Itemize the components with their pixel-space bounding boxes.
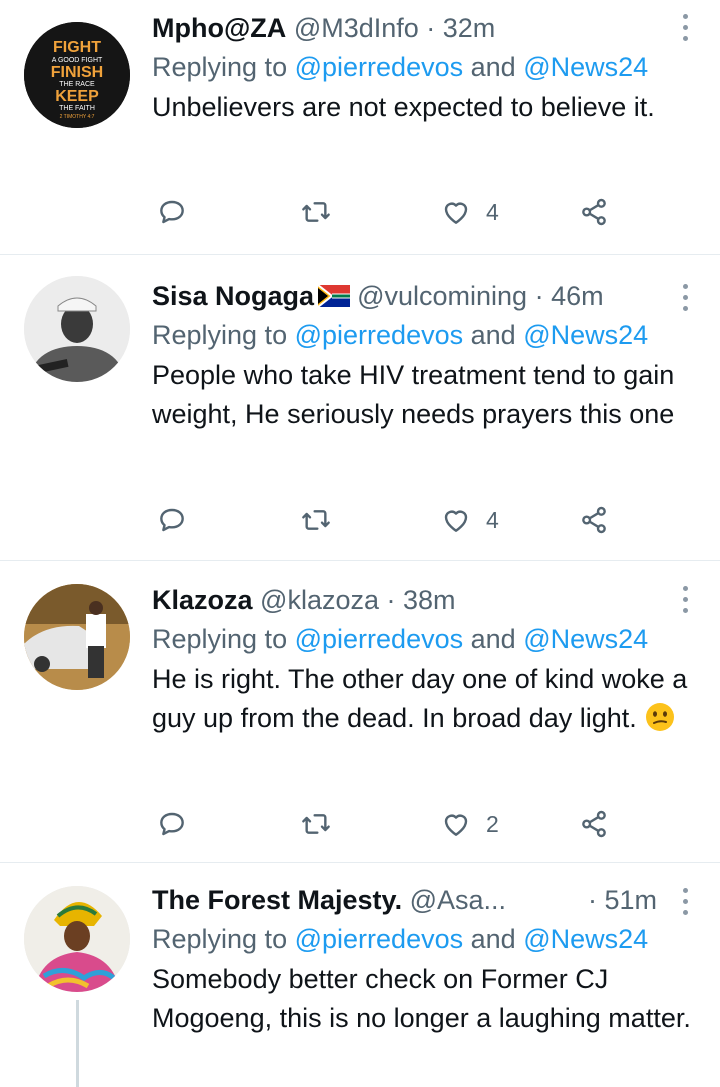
handle-time[interactable]: @M3dInfo · 32m — [294, 13, 496, 43]
tweet-text: People who take HIV treatment tend to ga… — [152, 360, 675, 429]
avatar-image — [24, 886, 130, 992]
share-icon — [582, 810, 606, 838]
replying-to: Replying to @pierredevos and @News24 — [152, 920, 692, 958]
divider — [0, 254, 720, 255]
handle-time[interactable]: @vulcomining · 46m — [357, 281, 604, 311]
mention-link[interactable]: @pierredevos — [295, 52, 464, 82]
replying-to: Replying to @pierredevos and @News24 — [152, 620, 692, 658]
retweet-button[interactable] — [300, 500, 332, 540]
avatar-image — [24, 276, 130, 382]
reply-icon — [160, 812, 184, 836]
timestamp[interactable]: · 51m — [588, 880, 657, 920]
reply-icon — [160, 200, 184, 224]
retweet-icon — [302, 814, 330, 834]
replying-to-label: Replying to — [152, 320, 288, 350]
heart-icon — [444, 510, 468, 532]
reply-icon — [160, 508, 184, 532]
tweet-1[interactable]: FIGHT A GOOD FIGHT FINISH THE RACE KEEP … — [0, 0, 720, 252]
tweet-text: Somebody better check on Former CJ Mogoe… — [152, 964, 691, 1033]
mention-link[interactable]: @pierredevos — [295, 320, 464, 350]
tweet-4[interactable]: The Forest Majesty. @Asa... · 51m Replyi… — [0, 864, 720, 1087]
reply-button[interactable] — [156, 500, 188, 540]
handle-time[interactable]: @klazoza · 38m — [260, 585, 455, 615]
more-vertical-icon[interactable] — [680, 888, 690, 921]
replying-to: Replying to @pierredevos and @News24 — [152, 316, 692, 354]
mention-link[interactable]: @pierredevos — [295, 624, 464, 654]
handle[interactable]: @Asa... — [410, 885, 506, 915]
avatar-image: FIGHT A GOOD FIGHT FINISH THE RACE KEEP … — [24, 22, 130, 128]
display-name[interactable]: Mpho@ZA — [152, 13, 286, 43]
avatar[interactable]: FIGHT A GOOD FIGHT FINISH THE RACE KEEP … — [24, 22, 130, 128]
tweet-header: The Forest Majesty. @Asa... · 51m — [152, 880, 692, 920]
more-vertical-icon[interactable] — [680, 14, 690, 47]
south-africa-flag-icon — [316, 284, 350, 308]
like-button[interactable]: 4 — [440, 500, 499, 540]
retweet-button[interactable] — [300, 192, 332, 232]
heart-icon — [444, 814, 468, 836]
like-count: 2 — [486, 810, 499, 837]
svg-text:THE RACE: THE RACE — [59, 81, 95, 88]
and-label: and — [470, 320, 516, 350]
display-name[interactable]: Sisa Nogaga — [152, 281, 314, 311]
share-icon — [582, 506, 606, 534]
replying-to-label: Replying to — [152, 52, 288, 82]
mention-link[interactable]: @News24 — [523, 924, 648, 954]
retweet-button[interactable] — [300, 804, 332, 844]
mention-link[interactable]: @News24 — [523, 52, 648, 82]
tweet-text: He is right. The other day one of kind w… — [152, 660, 692, 738]
like-button[interactable]: 2 — [440, 804, 499, 844]
confused-face-emoji — [646, 703, 675, 731]
thread-line — [76, 1000, 79, 1087]
more-vertical-icon[interactable] — [680, 284, 690, 317]
more-vertical-icon[interactable] — [680, 586, 690, 619]
retweet-icon — [302, 510, 330, 530]
svg-text:FINISH: FINISH — [51, 64, 103, 81]
svg-text:THE FAITH: THE FAITH — [59, 105, 95, 112]
replying-to-label: Replying to — [152, 624, 288, 654]
share-button[interactable] — [578, 500, 610, 540]
like-button[interactable]: 4 — [440, 192, 499, 232]
and-label: and — [470, 624, 516, 654]
tweet-text-content: He is right. The other day one of kind w… — [152, 664, 688, 733]
share-button[interactable] — [578, 804, 610, 844]
reply-button[interactable] — [156, 192, 188, 232]
divider — [0, 862, 720, 863]
and-label: and — [470, 52, 516, 82]
share-icon — [582, 198, 606, 226]
display-name[interactable]: The Forest Majesty. — [152, 885, 402, 915]
divider — [0, 560, 720, 561]
and-label: and — [470, 924, 516, 954]
retweet-icon — [302, 202, 330, 222]
heart-icon — [444, 202, 468, 224]
reply-button[interactable] — [156, 804, 188, 844]
like-count: 4 — [486, 198, 499, 225]
tweet-header: Mpho@ZA @M3dInfo · 32m — [152, 8, 692, 48]
tweet-2[interactable]: Sisa Nogaga @vulcomining · 46m Replying … — [0, 256, 720, 558]
mention-link[interactable]: @pierredevos — [295, 924, 464, 954]
avatar[interactable] — [24, 276, 130, 382]
replying-to: Replying to @pierredevos and @News24 — [152, 48, 692, 86]
mention-link[interactable]: @News24 — [523, 624, 648, 654]
svg-text:2 TIMOTHY 4:7: 2 TIMOTHY 4:7 — [60, 114, 95, 120]
svg-text:KEEP: KEEP — [55, 88, 99, 105]
tweet-text: Unbelievers are not expected to believe … — [152, 92, 655, 122]
avatar-image — [24, 584, 130, 690]
tweet-header: Klazoza @klazoza · 38m — [152, 580, 692, 620]
svg-text:A GOOD FIGHT: A GOOD FIGHT — [52, 57, 103, 64]
replying-to-label: Replying to — [152, 924, 288, 954]
tweet-header: Sisa Nogaga @vulcomining · 46m — [152, 276, 692, 316]
mention-link[interactable]: @News24 — [523, 320, 648, 350]
avatar[interactable] — [24, 584, 130, 690]
tweet-3[interactable]: Klazoza @klazoza · 38m Replying to @pier… — [0, 562, 720, 860]
like-count: 4 — [486, 506, 499, 533]
display-name[interactable]: Klazoza — [152, 585, 253, 615]
avatar[interactable] — [24, 886, 130, 992]
svg-text:FIGHT: FIGHT — [53, 39, 101, 56]
share-button[interactable] — [578, 192, 610, 232]
